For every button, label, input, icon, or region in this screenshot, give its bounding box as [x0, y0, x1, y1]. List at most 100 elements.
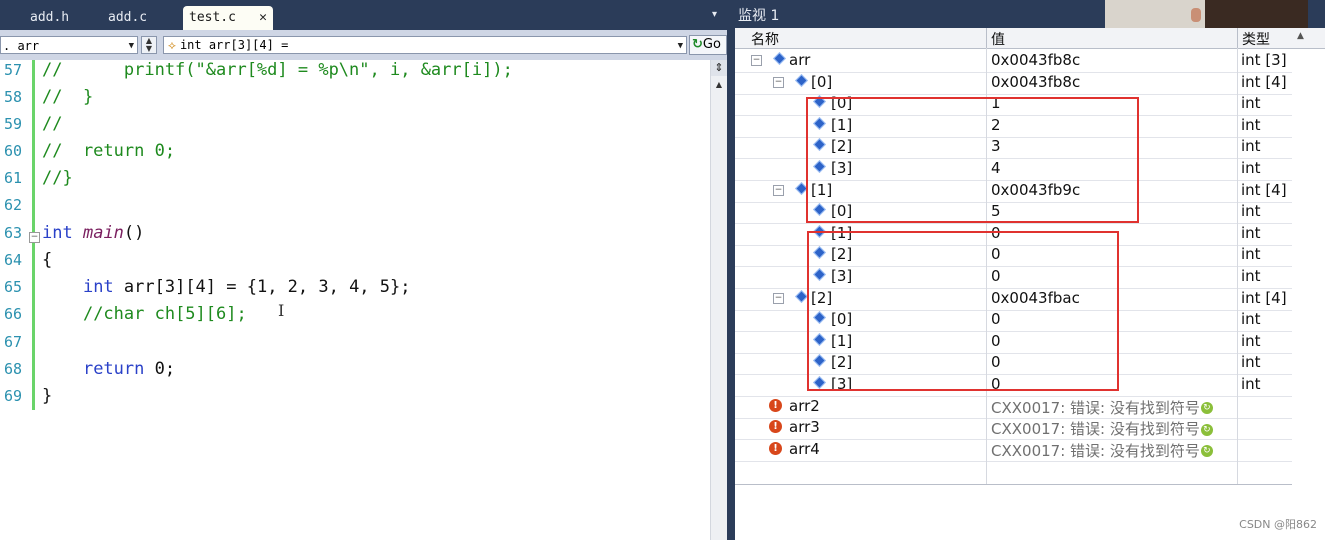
- refresh-icon[interactable]: ↻: [1200, 402, 1213, 415]
- variable-icon: ⟡: [168, 38, 176, 52]
- watch-type: int: [1241, 310, 1261, 329]
- watch-type: int [3]: [1241, 51, 1287, 69]
- watch-type: int: [1241, 137, 1261, 156]
- scroll-up-icon[interactable]: ▲: [1297, 31, 1304, 41]
- watch-type: int [4]: [1241, 72, 1287, 91]
- watch-value: 0x0043fb8c: [991, 73, 1080, 91]
- column-divider: [1237, 48, 1238, 484]
- watch-name: arr3: [789, 418, 820, 437]
- line-number: 64: [3, 251, 22, 269]
- code-line: //char ch[5][6];: [82, 304, 247, 324]
- webcam-background: [1105, 0, 1205, 30]
- watch-type: int: [1241, 115, 1261, 134]
- column-header-value[interactable]: 值: [991, 29, 1005, 49]
- navigation-bar: . arr ▼ ▲ ▼ ⟡ int arr[3][4] = ▼ ↻Go: [0, 30, 727, 60]
- member-value: int arr[3][4] =: [179, 38, 289, 52]
- document-tab-bar: add.h add.c test.c ✕ ▾: [0, 0, 727, 30]
- collapse-icon[interactable]: −: [773, 76, 784, 88]
- tab-test-c[interactable]: test.c ✕: [183, 6, 273, 30]
- error-icon: !: [769, 441, 782, 455]
- go-label: Go: [702, 37, 721, 52]
- vertical-scrollbar[interactable]: ⇕ ▲: [710, 60, 727, 540]
- watch-type: int: [1241, 94, 1261, 113]
- watch-bottom-border: [735, 484, 1292, 485]
- watch-row[interactable]: − [0] 0x0043fb8c int [4]: [735, 72, 1292, 95]
- chevron-down-icon: ▼: [677, 41, 683, 51]
- column-header-name[interactable]: 名称: [751, 29, 779, 49]
- close-icon[interactable]: ✕: [259, 6, 267, 30]
- variable-icon: [795, 289, 808, 303]
- go-arrow-icon: ↻: [692, 37, 703, 52]
- webcam-presenter: [1205, 0, 1308, 30]
- code-line: }: [42, 386, 53, 406]
- watch-title: 监视 1: [738, 8, 780, 24]
- sync-spinner-icon[interactable]: ▲ ▼: [141, 36, 157, 54]
- watch-window: 监视 1 名称 值 类型 ▲ − arr 0x0043fb8c int [3] − [0]…: [735, 0, 1325, 540]
- code-line: int arr[3][4] = {1, 2, 3, 4, 5};: [82, 277, 411, 297]
- member-dropdown[interactable]: ⟡ int arr[3][4] = ▼: [163, 36, 687, 54]
- tab-list-dropdown-icon[interactable]: ▾: [712, 9, 717, 20]
- highlight-box: [806, 97, 1139, 223]
- line-number: 63: [3, 224, 22, 242]
- code-area[interactable]: 57 58 59 60 61 62 63 64 65 66 67 68 69 −…: [0, 60, 727, 540]
- watch-row[interactable]: ! arr4 CXX0017: 错误: 没有找到符号 ↻: [735, 439, 1292, 462]
- watch-type: int: [1241, 353, 1261, 372]
- pane-divider[interactable]: [727, 0, 735, 540]
- watch-value-text: 0x0043fb8c: [991, 72, 1081, 91]
- scroll-up-icon[interactable]: ▲: [711, 80, 727, 89]
- tab-add-c[interactable]: add.c: [108, 6, 147, 30]
- watch-value: CXX0017: 错误: 没有找到符号 ↻: [991, 397, 1213, 418]
- watch-row[interactable]: − arr 0x0043fb8c int [3]: [735, 50, 1292, 73]
- collapse-icon[interactable]: −: [29, 232, 40, 243]
- watch-value: CXX0017: 错误: 没有找到符号 ↻: [991, 440, 1213, 461]
- line-number: 65: [3, 278, 22, 296]
- line-number: 59: [3, 115, 22, 133]
- code-line: {: [42, 250, 53, 270]
- highlight-box: [807, 231, 1119, 391]
- text-cursor: I: [278, 301, 285, 320]
- tab-add-h[interactable]: add.h: [30, 6, 69, 30]
- webcam-overlay: [1105, 0, 1308, 30]
- variable-icon: [795, 73, 808, 87]
- line-number: 66: [3, 305, 22, 323]
- go-button[interactable]: ↻Go: [689, 35, 727, 55]
- watermark-credit: CSDN @阳862: [1239, 518, 1317, 531]
- watch-row[interactable]: ! arr2 CXX0017: 错误: 没有找到符号 ↻: [735, 396, 1292, 419]
- watch-name: [0]: [811, 72, 833, 91]
- column-divider[interactable]: [986, 28, 987, 48]
- watch-type: int: [1241, 375, 1261, 393]
- watch-type: int: [1241, 223, 1261, 242]
- watch-type: int: [1241, 331, 1261, 350]
- watch-name: arr: [789, 51, 811, 69]
- line-number: 57: [3, 61, 22, 79]
- refresh-icon[interactable]: ↻: [1200, 423, 1213, 436]
- error-icon: !: [769, 398, 782, 412]
- collapse-icon[interactable]: −: [751, 55, 762, 66]
- watch-value-text: 0x0043fb8c: [991, 51, 1081, 69]
- column-divider[interactable]: [1237, 28, 1238, 48]
- line-number: 67: [3, 333, 22, 351]
- webcam-face: [1191, 8, 1201, 22]
- column-header-type[interactable]: 类型: [1242, 29, 1270, 49]
- watch-value: CXX0017: 错误: 没有找到符号 ↻: [991, 418, 1213, 439]
- watch-row[interactable]: ! arr3 CXX0017: 错误: 没有找到符号 ↻: [735, 417, 1292, 441]
- watch-type: int: [1241, 159, 1261, 177]
- error-icon: !: [769, 420, 782, 434]
- code-line: //: [42, 114, 63, 134]
- refresh-icon[interactable]: ↻: [1200, 445, 1213, 458]
- line-number: 61: [3, 169, 22, 187]
- watch-value: 0x0043fb8c: [991, 51, 1080, 69]
- line-number: 58: [3, 88, 22, 106]
- code-line: return 0;: [82, 359, 176, 379]
- watch-type: int: [1241, 267, 1261, 285]
- watch-name: arr2: [789, 396, 820, 415]
- collapse-icon[interactable]: −: [773, 184, 784, 196]
- line-number: 62: [3, 196, 22, 214]
- watch-type: int: [1241, 202, 1261, 221]
- scope-dropdown[interactable]: . arr ▼: [0, 36, 138, 54]
- collapse-icon[interactable]: −: [773, 292, 784, 304]
- code-line: // return 0;: [42, 141, 176, 161]
- split-window-icon[interactable]: ⇕: [711, 60, 727, 76]
- code-editor-pane[interactable]: add.h add.c test.c ✕ ▾ . arr ▼ ▲ ▼ ⟡ int a…: [0, 0, 727, 540]
- variable-icon: [773, 52, 786, 65]
